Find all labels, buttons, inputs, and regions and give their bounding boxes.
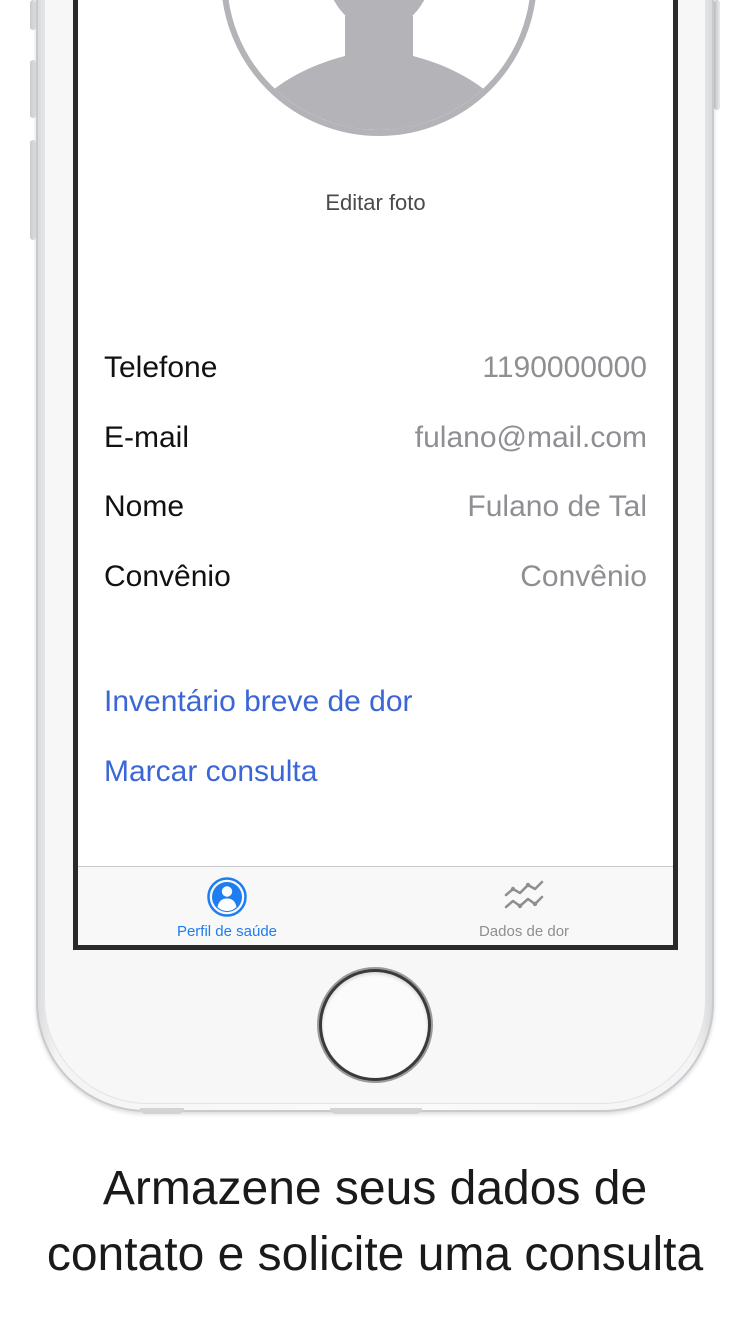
name-value[interactable]: Fulano de Tal <box>467 490 647 524</box>
caption-line-1: Armazene seus dados de <box>102 1162 648 1215</box>
person-silhouette-icon <box>237 0 521 130</box>
edit-photo-button[interactable]: Editar foto <box>78 190 673 216</box>
tab-pain-data-label: Dados de dor <box>478 923 570 940</box>
tab-health-profile[interactable]: Perfil de saúde <box>78 867 376 945</box>
schedule-appointment-link[interactable]: Marcar consulta <box>104 755 317 789</box>
email-label: E-mail <box>104 421 190 454</box>
caption-line-2: contato e solicite uma consulta <box>46 1228 704 1281</box>
person-circle-icon <box>207 877 247 917</box>
home-button[interactable] <box>322 972 428 1078</box>
phone-label: Telefone <box>104 351 218 384</box>
email-field-row[interactable]: E-mail fulano@mail.com <box>104 418 647 458</box>
app-store-screenshot: Editar foto Telefone 1190000000 E-mail f… <box>0 0 750 1334</box>
marketing-caption: Armazene seus dados de contato e solicit… <box>0 1156 750 1288</box>
profile-photo[interactable] <box>221 0 537 136</box>
pain-inventory-link[interactable]: Inventário breve de dor <box>104 685 413 719</box>
insurance-value[interactable]: Convênio <box>520 560 647 594</box>
phone-value[interactable]: 1190000000 <box>482 351 647 385</box>
insurance-label: Convênio <box>104 560 231 593</box>
phone-bottom-detail <box>140 1108 184 1114</box>
phone-bottom-detail <box>330 1108 422 1114</box>
power-button <box>714 0 720 110</box>
app-display: Editar foto Telefone 1190000000 E-mail f… <box>78 0 673 945</box>
name-label: Nome <box>104 490 185 523</box>
phone-screen: Editar foto Telefone 1190000000 E-mail f… <box>73 0 678 950</box>
tab-pain-data[interactable]: Dados de dor <box>375 867 673 945</box>
chart-lines-icon <box>504 880 544 909</box>
phone-field-row[interactable]: Telefone 1190000000 <box>104 348 647 388</box>
insurance-field-row[interactable]: Convênio Convênio <box>104 557 647 597</box>
name-field-row[interactable]: Nome Fulano de Tal <box>104 487 647 527</box>
tab-health-profile-label: Perfil de saúde <box>176 923 278 940</box>
email-value[interactable]: fulano@mail.com <box>415 421 647 455</box>
tab-bar: Perfil de saúde Dados de dor <box>78 866 673 945</box>
